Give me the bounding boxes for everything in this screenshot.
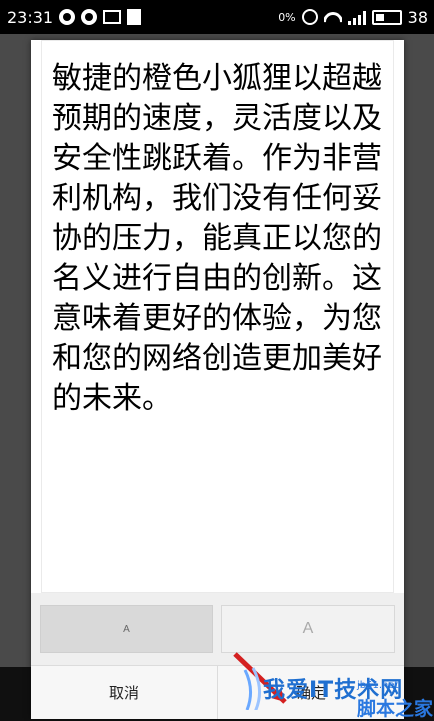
status-bar: 23:31 0% 38 [0, 0, 434, 34]
dialog-action-row: 取消 确定 [31, 665, 404, 719]
document-icon [127, 9, 142, 25]
status-right: 0% 38 [278, 8, 434, 27]
confirm-button[interactable]: 确定 [217, 666, 404, 719]
preview-area: 敏捷的橙色小狐狸以超越预期的速度，灵活度以及安全性跳跃着。作为非营利机构，我们没… [41, 40, 394, 593]
alarm-icon [301, 9, 318, 25]
preview-text: 敏捷的橙色小狐狸以超越预期的速度，灵活度以及安全性跳跃着。作为非营利机构，我们没… [52, 61, 382, 416]
battery-level: 38 [407, 7, 428, 27]
data-rate: 0% [278, 10, 296, 24]
font-increase-button[interactable]: A [221, 605, 395, 653]
cancel-button[interactable]: 取消 [31, 666, 217, 719]
wifi-icon [324, 10, 342, 24]
refresh-icon [81, 9, 98, 25]
status-left: 23:31 [0, 7, 142, 27]
font-size-dialog: 敏捷的橙色小狐狸以超越预期的速度，灵活度以及安全性跳跃着。作为非营利机构，我们没… [31, 40, 404, 719]
signal-icon [347, 10, 366, 25]
image-icon [103, 10, 122, 24]
font-decrease-button[interactable]: A [40, 605, 213, 653]
status-time: 23:31 [7, 7, 54, 27]
battery-icon [371, 9, 402, 25]
sync-icon [59, 9, 76, 25]
dialog-controls: A A 取消 确定 [31, 593, 404, 719]
